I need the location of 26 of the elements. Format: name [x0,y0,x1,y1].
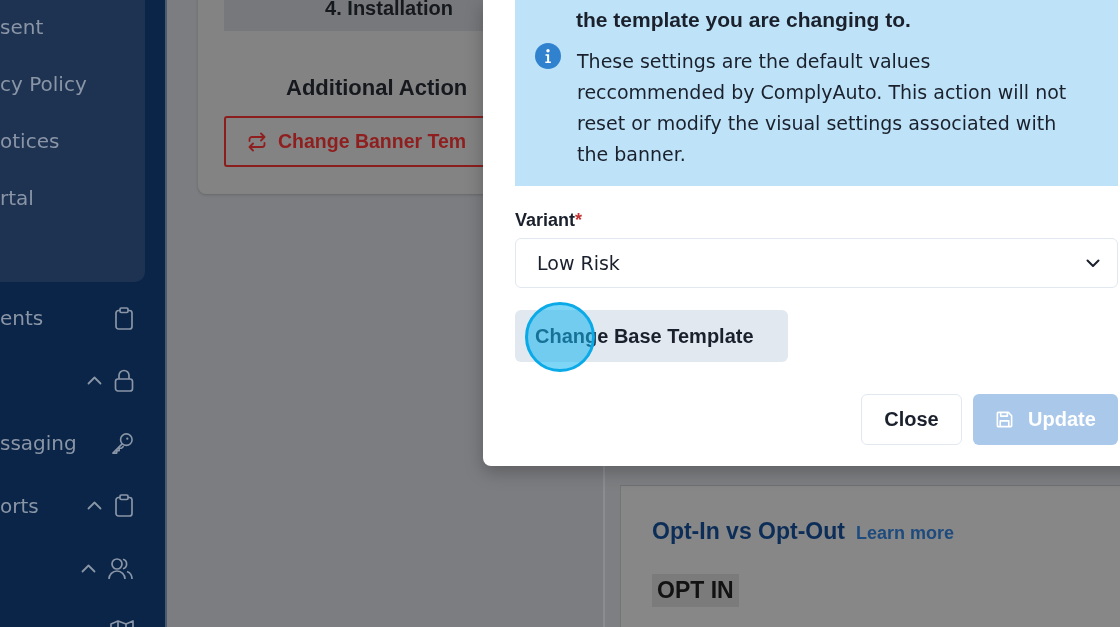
submenu-item[interactable]: rtal [0,169,145,226]
submenu-item[interactable]: sent [0,0,145,55]
sidebar-item[interactable]: orts [0,474,165,537]
users-icon [108,556,134,580]
field-label: Variant [515,210,576,230]
submenu-item[interactable]: otices [0,112,145,169]
section-heading: Additional Action [286,74,468,102]
key-icon [111,431,134,455]
repeat-arrows-icon [247,131,267,152]
submenu-item[interactable]: cy Policy [0,55,145,112]
sidebar-item[interactable]: ents [0,287,165,350]
save-icon [995,410,1015,429]
variant-select[interactable]: Low Risk [515,238,1118,288]
clipboard-icon [114,306,134,330]
chevron-down-icon [1086,258,1100,268]
padlock-icon [114,369,134,393]
close-button[interactable]: Close [861,394,962,445]
opt-in-tag: OPT IN [652,574,739,607]
alert-message-text: These settings are the default values reccommended by ComplyAuto. This action will not reset or modify the visual settings associated with the banner. [577,48,1068,167]
sidebar-item[interactable]: ssaging [0,412,165,475]
info-icon [535,42,561,69]
alert-emphasis-text: the template you are changing to. [575,6,912,33]
panel-title: Opt-In vs Opt-Out [652,517,845,546]
learn-more-link[interactable]: Learn more [855,523,954,544]
required-mark: * [575,210,583,230]
clipboard-icon [114,494,134,518]
